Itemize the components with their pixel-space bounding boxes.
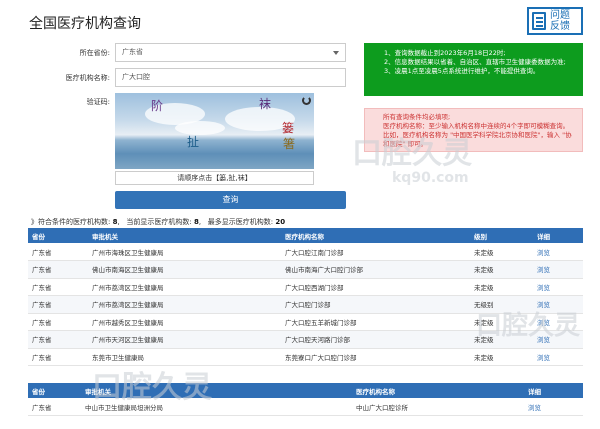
institution-name-label: 医疗机构名称: <box>65 74 110 82</box>
results-table: 省份 审批机关 医疗机构名称 级别 详细 广东省 广州市海珠区卫生健康局 广大口… <box>28 228 583 366</box>
cell-authority: 广州市天河区卫生健康局 <box>88 330 281 349</box>
notice-line: 所有查询条件均必填项; <box>383 113 451 121</box>
province-value: 广东省 <box>122 48 143 56</box>
chevron-down-icon <box>333 51 339 55</box>
column-header: 省份 <box>28 228 88 243</box>
captcha-char[interactable]: 篓 <box>282 119 294 136</box>
view-link[interactable]: 浏览 <box>524 398 583 416</box>
cell-institution: 广大口腔西湖门诊部 <box>281 278 470 296</box>
view-link[interactable]: 浏览 <box>533 313 583 331</box>
summary-max: 20 <box>275 218 286 226</box>
watermark-domain: kq90.com <box>392 170 469 186</box>
cell-province: 广东省 <box>28 278 88 296</box>
view-link[interactable]: 浏览 <box>533 348 583 366</box>
captcha-char[interactable]: 箸 <box>283 135 295 152</box>
cell-province: 广东省 <box>28 260 88 279</box>
table-row: 广东省 佛山市南海区卫生健康局 佛山市南海广大口腔门诊部 未定级 浏览 <box>28 260 583 279</box>
notice-line: 2、信息数据结果以省着、自治区、直辖市卫生健康委数据为准; <box>384 58 566 66</box>
cell-province: 广东省 <box>28 295 88 314</box>
cell-authority: 广州市荔湾区卫生健康局 <box>88 278 281 296</box>
cell-institution: 东莞寮口广大口腔门诊部 <box>281 348 470 366</box>
feedback-label: 问题反馈 <box>550 10 570 32</box>
province-select[interactable]: 广东省 <box>115 43 346 62</box>
column-header: 审批机关 <box>81 383 352 398</box>
cell-authority: 东莞市卫生健康局 <box>88 348 281 366</box>
cell-institution: 佛山市南海广大口腔门诊部 <box>281 260 470 279</box>
notice-warning-box: 所有查询条件均必填项; 医疗机构名称：至少输入机构名称中连续的4个字即可模糊查询… <box>364 108 583 152</box>
column-header: 审批机关 <box>88 228 281 243</box>
captcha-char[interactable]: 扯 <box>187 133 199 150</box>
column-header: 详细 <box>524 383 583 398</box>
notice-line: 1、查询数据截止到2023年6月18日22时; <box>384 49 506 57</box>
summary-matched: 8 <box>112 218 118 226</box>
cell-level: 未定级 <box>470 260 533 279</box>
table-row: 广东省 广州市越秀区卫生健康局 广大口腔五羊新城门诊部 未定级 浏览 <box>28 313 583 331</box>
cell-authority: 佛山市南海区卫生健康局 <box>88 260 281 279</box>
cell-level: 未定级 <box>470 330 533 349</box>
notice-info-box: 1、查询数据截止到2023年6月18日22时; 2、信息数据结果以省着、自治区、… <box>364 43 583 96</box>
cell-province: 广东省 <box>28 243 88 261</box>
cell-level: 无级别 <box>470 295 533 314</box>
column-header: 医疗机构名称 <box>352 383 524 398</box>
column-header: 级别 <box>470 228 533 243</box>
captcha-hint: 请顺序点击【篓,扯,袜】 <box>115 171 314 185</box>
captcha-char[interactable]: 阶 <box>151 97 163 114</box>
cell-institution: 广大口腔五羊新城门诊部 <box>281 313 470 331</box>
cell-province: 广东省 <box>28 348 88 366</box>
cell-institution: 广大口腔江南门诊部 <box>281 243 470 261</box>
table-header-row: 省份 审批机关 医疗机构名称 详细 <box>28 383 583 398</box>
view-link[interactable]: 浏览 <box>533 295 583 314</box>
cell-authority: 广州市越秀区卫生健康局 <box>88 313 281 331</box>
cell-level: 未定级 <box>470 348 533 366</box>
summary-shown: 8 <box>193 218 199 226</box>
cell-province: 广东省 <box>28 398 81 416</box>
cell-institution: 中山广大口腔诊所 <box>352 398 524 416</box>
table-row: 广东省 广州市荔湾区卫生健康局 广大口腔西湖门诊部 未定级 浏览 <box>28 278 583 296</box>
summary-max-label: 最多显示医疗机构数: <box>207 218 274 226</box>
view-link[interactable]: 浏览 <box>533 330 583 349</box>
notice-line: 3、凌晨1点至凌晨5点系统进行维护，不能提供查询。 <box>384 67 540 75</box>
table-row: 广东省 中山市卫生健康局坦洲分局 中山广大口腔诊所 浏览 <box>28 398 583 416</box>
column-header: 详细 <box>533 228 583 243</box>
refresh-icon[interactable] <box>302 96 311 105</box>
cell-authority: 中山市卫生健康局坦洲分局 <box>81 398 352 416</box>
table-row: 广东省 东莞市卫生健康局 东莞寮口广大口腔门诊部 未定级 浏览 <box>28 348 583 366</box>
view-link[interactable]: 浏览 <box>533 260 583 279</box>
captcha-image[interactable]: 阶 袜 扯 篓 箸 <box>115 93 314 169</box>
cell-level: 未定级 <box>470 313 533 331</box>
table-header-row: 省份 审批机关 医疗机构名称 级别 详细 <box>28 228 583 243</box>
query-button[interactable]: 查询 <box>115 191 346 209</box>
view-link[interactable]: 浏览 <box>533 278 583 296</box>
captcha-label: 验证码: <box>86 98 110 106</box>
cell-institution: 广大口腔天河路门诊部 <box>281 330 470 349</box>
table-row: 广东省 广州市荔湾区卫生健康局 广大口腔门诊部 无级别 浏览 <box>28 295 583 314</box>
page-title: 全国医疗机构查询 <box>29 16 141 32</box>
column-header: 医疗机构名称 <box>281 228 470 243</box>
table-row: 广东省 广州市海珠区卫生健康局 广大口腔江南门诊部 未定级 浏览 <box>28 243 583 261</box>
feedback-button[interactable]: 问题反馈 <box>527 7 583 35</box>
cell-province: 广东省 <box>28 313 88 331</box>
institution-name-input[interactable]: 广大口腔 <box>115 68 346 87</box>
captcha-char[interactable]: 袜 <box>259 95 271 112</box>
column-header: 省份 <box>28 383 81 398</box>
summary-shown-label: 当前显示医疗机构数: <box>126 218 192 226</box>
cell-level: 未定级 <box>470 243 533 261</box>
summary-prefix: 》符合条件的医疗机构数: <box>31 218 111 226</box>
table-row: 广东省 广州市天河区卫生健康局 广大口腔天河路门诊部 未定级 浏览 <box>28 330 583 349</box>
cell-province: 广东省 <box>28 330 88 349</box>
results-table-secondary: 省份 审批机关 医疗机构名称 详细 广东省 中山市卫生健康局坦洲分局 中山广大口… <box>28 383 583 416</box>
view-link[interactable]: 浏览 <box>533 243 583 261</box>
notice-line: 医疗机构名称：至少输入机构名称中连续的4个字即可模糊查询。比如，医疗机构名称为 … <box>383 122 572 148</box>
cell-authority: 广州市海珠区卫生健康局 <box>88 243 281 261</box>
captcha-cloud <box>175 121 225 135</box>
cell-level: 未定级 <box>470 278 533 296</box>
feedback-document-icon <box>532 12 546 30</box>
cell-institution: 广大口腔门诊部 <box>281 295 470 314</box>
cell-authority: 广州市荔湾区卫生健康局 <box>88 295 281 314</box>
result-summary: 》符合条件的医疗机构数: 8, 当前显示医疗机构数: 8, 最多显示医疗机构数:… <box>31 218 286 226</box>
province-label: 所在省份: <box>79 49 110 57</box>
